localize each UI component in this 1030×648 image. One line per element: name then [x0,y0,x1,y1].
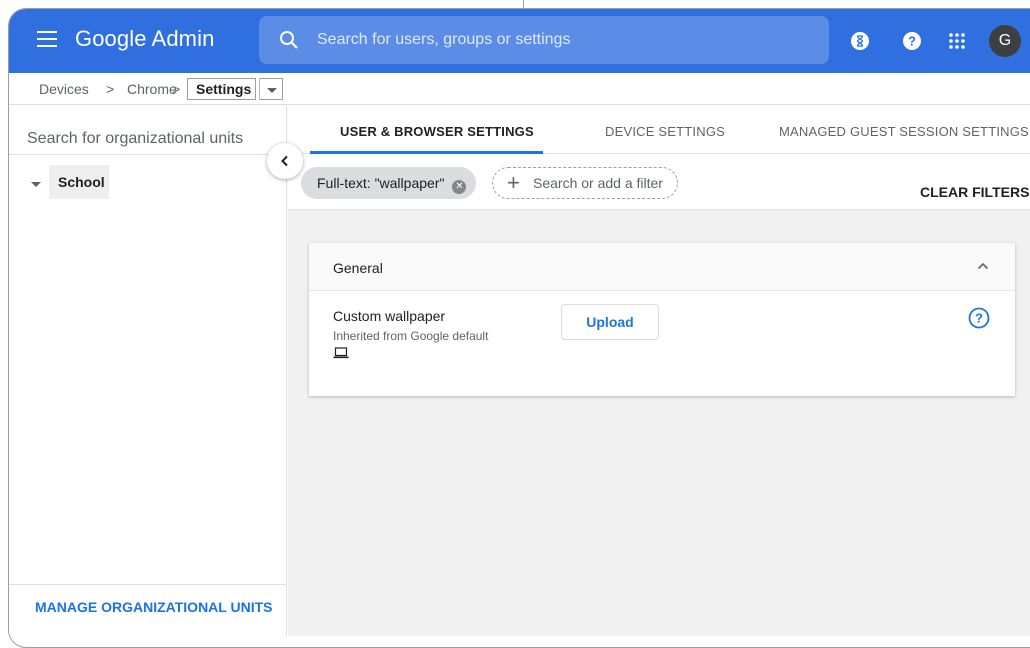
breadcrumb-devices[interactable]: Devices [39,81,89,97]
setting-inheritance: Inherited from Google default [333,329,489,343]
search-input[interactable]: Search for users, groups or settings [317,31,570,49]
app-window: Google Admin Search for users, groups or… [8,8,1030,648]
setting-help-icon[interactable]: ? [968,307,990,329]
filter-bar: Full-text: "wallpaper" ✕ + Search or add … [288,154,1030,210]
top-app-bar: Google Admin Search for users, groups or… [9,9,1030,73]
chevron-left-icon [281,155,288,167]
manage-org-units-link[interactable]: MANAGE ORGANIZATIONAL UNITS [35,599,272,615]
apps-grid-icon[interactable] [947,31,967,51]
settings-main-panel: USER & BROWSER SETTINGS DEVICE SETTINGS … [288,106,1030,636]
account-avatar[interactable]: G [989,25,1021,57]
breadcrumb-dropdown-icon[interactable] [259,78,283,100]
remove-filter-icon[interactable]: ✕ [452,180,467,194]
search-icon [280,31,298,49]
breadcrumb-separator: > [106,81,115,97]
breadcrumb-current: Settings [187,78,257,100]
org-unit-label: School [58,174,105,190]
window-top-divider [523,0,524,8]
hourglass-icon[interactable] [850,31,870,51]
setting-name: Custom wallpaper [333,308,446,324]
plus-icon: + [507,170,520,195]
tab-user-browser-settings[interactable]: USER & BROWSER SETTINGS [340,124,534,139]
card-title: General [333,260,383,276]
chevron-up-icon[interactable] [977,260,989,272]
filter-chip-label: Full-text: "wallpaper" [317,175,445,191]
settings-card-general: General Custom wallpaper Inherited from … [309,243,1015,396]
clear-filters-button[interactable]: CLEAR FILTERS [920,184,1029,200]
org-unit-sidebar: Search for organizational units School M… [9,106,287,636]
org-unit-item-school[interactable]: School [49,165,109,199]
breadcrumb-separator: > [172,81,181,97]
add-filter-placeholder: Search or add a filter [533,175,663,191]
breadcrumb-chrome[interactable]: Chrome [127,81,177,97]
brand-admin: Admin [151,26,215,51]
help-icon[interactable]: ? [902,31,922,51]
add-filter-input[interactable]: + Search or add a filter [492,167,678,199]
global-search-bar[interactable]: Search for users, groups or settings [259,16,829,64]
tab-device-settings[interactable]: DEVICE SETTINGS [605,124,725,139]
expand-caret-icon[interactable] [31,182,41,187]
card-header[interactable]: General [309,243,1015,291]
svg-text:?: ? [975,311,983,326]
breadcrumb: Devices > Chrome > Settings [9,73,1030,105]
settings-tabs: USER & BROWSER SETTINGS DEVICE SETTINGS … [288,106,1030,154]
divider [9,154,286,155]
divider [9,584,286,585]
app-logo[interactable]: Google Admin [75,26,214,52]
brand-google: Google [75,26,147,51]
filter-chip[interactable]: Full-text: "wallpaper" ✕ [301,167,477,199]
svg-text:?: ? [908,34,916,49]
tab-managed-guest-session-settings[interactable]: MANAGED GUEST SESSION SETTINGS [779,124,1029,139]
laptop-icon [333,347,349,359]
org-unit-search-input[interactable]: Search for organizational units [27,130,243,148]
collapse-sidebar-button[interactable] [267,143,303,179]
upload-button[interactable]: Upload [561,304,659,340]
menu-icon[interactable] [37,31,57,49]
